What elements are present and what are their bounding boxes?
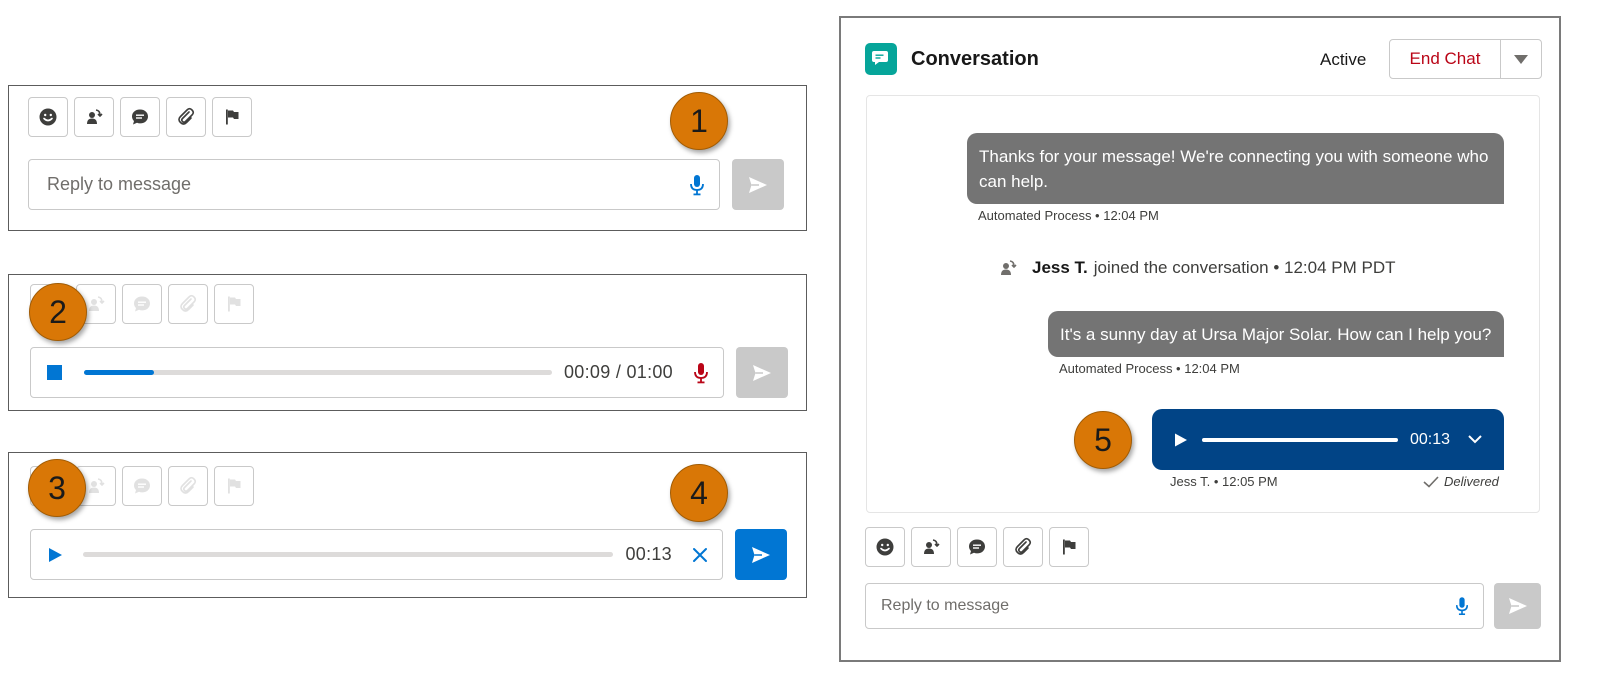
agent-name: Jess T.: [1032, 258, 1088, 277]
message-meta: Automated Process • 12:04 PM: [1059, 361, 1240, 376]
attachment-icon: [180, 476, 197, 494]
quick-text-button[interactable]: [122, 284, 162, 324]
voice-message-progress[interactable]: [1202, 437, 1398, 442]
microphone-icon[interactable]: [1455, 596, 1469, 616]
composer-review-example: 00:13 3 4: [8, 452, 807, 598]
reply-placeholder: Reply to message: [47, 174, 192, 194]
send-button[interactable]: [736, 347, 788, 398]
playback-progress[interactable]: [83, 552, 614, 557]
step-badge-4: 4: [670, 464, 728, 522]
more-actions-button[interactable]: [1501, 40, 1541, 78]
attachment-button[interactable]: [168, 466, 208, 506]
chat-transcript: Thanks for your message! We're connectin…: [866, 95, 1540, 513]
playback-bar: 00:13: [30, 529, 723, 580]
send-icon: [753, 364, 771, 381]
emoji-icon: [39, 108, 57, 126]
quick-text-icon: [132, 109, 148, 125]
attachment-button[interactable]: [166, 97, 206, 137]
transfer-icon: [89, 296, 105, 311]
emoji-icon: [876, 538, 894, 556]
emoji-button[interactable]: [865, 527, 905, 567]
send-icon: [749, 176, 767, 193]
step-badge-1: 1: [670, 92, 728, 150]
attachment-icon: [180, 294, 197, 312]
send-icon: [752, 546, 770, 563]
recording-bar: 00:09 / 01:00: [30, 347, 724, 398]
transfer-button[interactable]: [911, 527, 951, 567]
transfer-icon: [89, 478, 105, 493]
flag-icon: [228, 478, 241, 494]
chat-message: It's a sunny day at Ursa Major Solar. Ho…: [1048, 311, 1504, 357]
microphone-icon[interactable]: [689, 174, 705, 196]
discard-recording-icon[interactable]: [692, 547, 708, 563]
checkmark-icon: [1423, 475, 1439, 488]
attachment-button[interactable]: [168, 284, 208, 324]
quick-text-button[interactable]: [120, 97, 160, 137]
message-meta: Automated Process • 12:04 PM: [978, 208, 1159, 223]
chevron-down-icon[interactable]: [1468, 435, 1482, 444]
conversation-panel: Conversation Active End Chat Thanks for …: [839, 16, 1561, 662]
send-icon: [1508, 598, 1527, 614]
quick-text-button[interactable]: [957, 527, 997, 567]
chevron-down-icon: [1514, 54, 1528, 64]
transfer-icon: [1001, 260, 1017, 275]
flag-button[interactable]: [212, 97, 252, 137]
composer-default-example: Reply to message 1: [8, 85, 807, 231]
delivery-status: Delivered: [1423, 474, 1499, 489]
attachment-icon: [178, 107, 195, 125]
flag-icon: [228, 296, 241, 312]
transfer-icon: [924, 539, 940, 554]
playback-time: 00:13: [625, 544, 672, 564]
conversation-icon: [865, 43, 897, 75]
step-badge-3: 3: [28, 459, 86, 517]
voice-message-duration: 00:13: [1409, 430, 1450, 448]
send-button[interactable]: [732, 159, 784, 210]
recording-time: 00:09 / 01:00: [564, 362, 673, 382]
flag-button[interactable]: [214, 466, 254, 506]
chat-message: Thanks for your message! We're connectin…: [967, 133, 1504, 204]
panel-composer-toolbar: [865, 527, 1089, 567]
voice-message-meta: Jess T. • 12:05 PM: [1170, 474, 1278, 489]
play-icon[interactable]: [47, 547, 63, 563]
attachment-button[interactable]: [1003, 527, 1043, 567]
flag-icon: [226, 109, 239, 125]
quick-text-icon: [969, 539, 985, 555]
attachment-icon: [1015, 537, 1032, 555]
send-voice-message-button[interactable]: [735, 529, 787, 580]
play-icon[interactable]: [1174, 433, 1188, 447]
flag-icon: [1063, 539, 1076, 555]
step-badge-5: 5: [1074, 411, 1132, 469]
composer-toolbar: [28, 97, 252, 137]
recording-microphone-icon[interactable]: [693, 362, 709, 384]
transfer-icon: [87, 109, 103, 124]
emoji-button[interactable]: [28, 97, 68, 137]
stop-recording-button[interactable]: [47, 365, 62, 380]
flag-button[interactable]: [1049, 527, 1089, 567]
composer-recording-example: 00:09 / 01:00 2: [8, 274, 807, 411]
quick-text-icon: [134, 296, 150, 312]
reply-input[interactable]: Reply to message: [28, 159, 720, 210]
transfer-button[interactable]: [74, 97, 114, 137]
quick-text-button[interactable]: [122, 466, 162, 506]
conversation-status: Active: [1320, 50, 1367, 69]
recording-progress-fill: [84, 370, 155, 375]
reply-input[interactable]: Reply to message: [865, 583, 1484, 629]
join-event-text: joined the conversation • 12:04 PM PDT: [1093, 258, 1396, 277]
flag-button[interactable]: [214, 284, 254, 324]
send-button[interactable]: [1494, 583, 1541, 629]
join-event: Jess T. joined the conversation • 12:04 …: [998, 258, 1396, 278]
step-badge-2: 2: [29, 283, 87, 341]
reply-placeholder: Reply to message: [881, 597, 1010, 614]
recording-progress: [84, 370, 552, 375]
panel-title: Conversation: [911, 48, 1039, 70]
quick-text-icon: [134, 478, 150, 494]
delivery-status-label: Delivered: [1444, 474, 1499, 489]
voice-message: 00:13: [1152, 409, 1504, 470]
end-chat-button[interactable]: End Chat: [1390, 40, 1501, 78]
end-chat-button-group: End Chat: [1389, 39, 1542, 79]
panel-header: Conversation Active End Chat: [841, 18, 1559, 94]
